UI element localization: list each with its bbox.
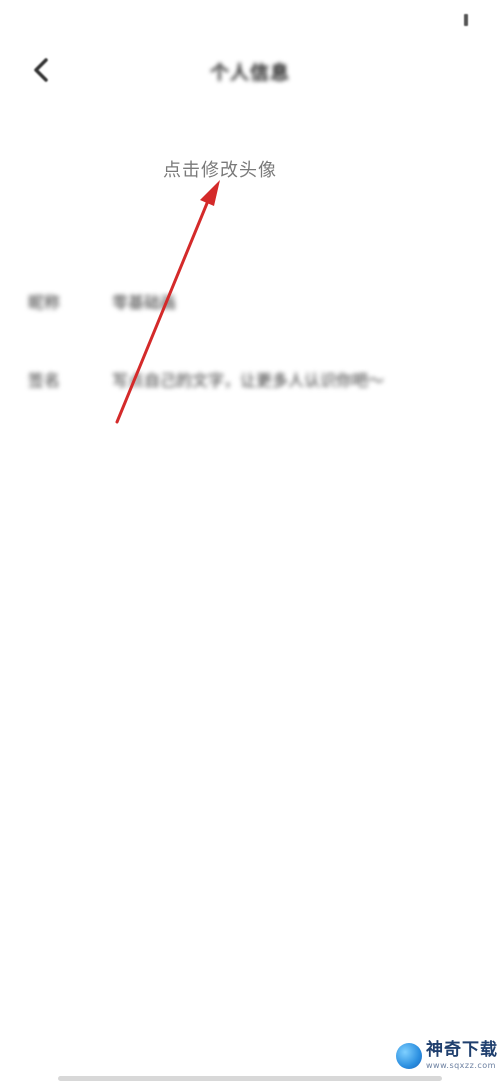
signature-label: 签名: [28, 371, 61, 390]
nickname-value: 零基础画: [112, 293, 177, 312]
watermark-name: 神奇下载: [426, 1040, 498, 1060]
nickname-label: 昵称: [28, 293, 61, 312]
watermark-logo-icon: [396, 1043, 422, 1069]
watermark-text: 神奇下载 www.sqxzz.com: [426, 1042, 498, 1070]
page-title: 个人信息: [209, 62, 290, 84]
signature-value: 写点自己的文字，让更多人认识你吧～: [112, 371, 385, 390]
watermark-url: www.sqxzz.com: [426, 1061, 496, 1070]
nickname-row[interactable]: 昵称 零基础画: [28, 286, 468, 316]
signature-row[interactable]: 签名 写点自己的文字，让更多人认识你吧～: [28, 364, 468, 394]
status-bar-indicator: [464, 14, 468, 26]
home-indicator[interactable]: [58, 1076, 442, 1081]
watermark: 神奇下载 www.sqxzz.com: [396, 1042, 498, 1070]
change-avatar-link[interactable]: 点击修改头像: [0, 156, 440, 182]
